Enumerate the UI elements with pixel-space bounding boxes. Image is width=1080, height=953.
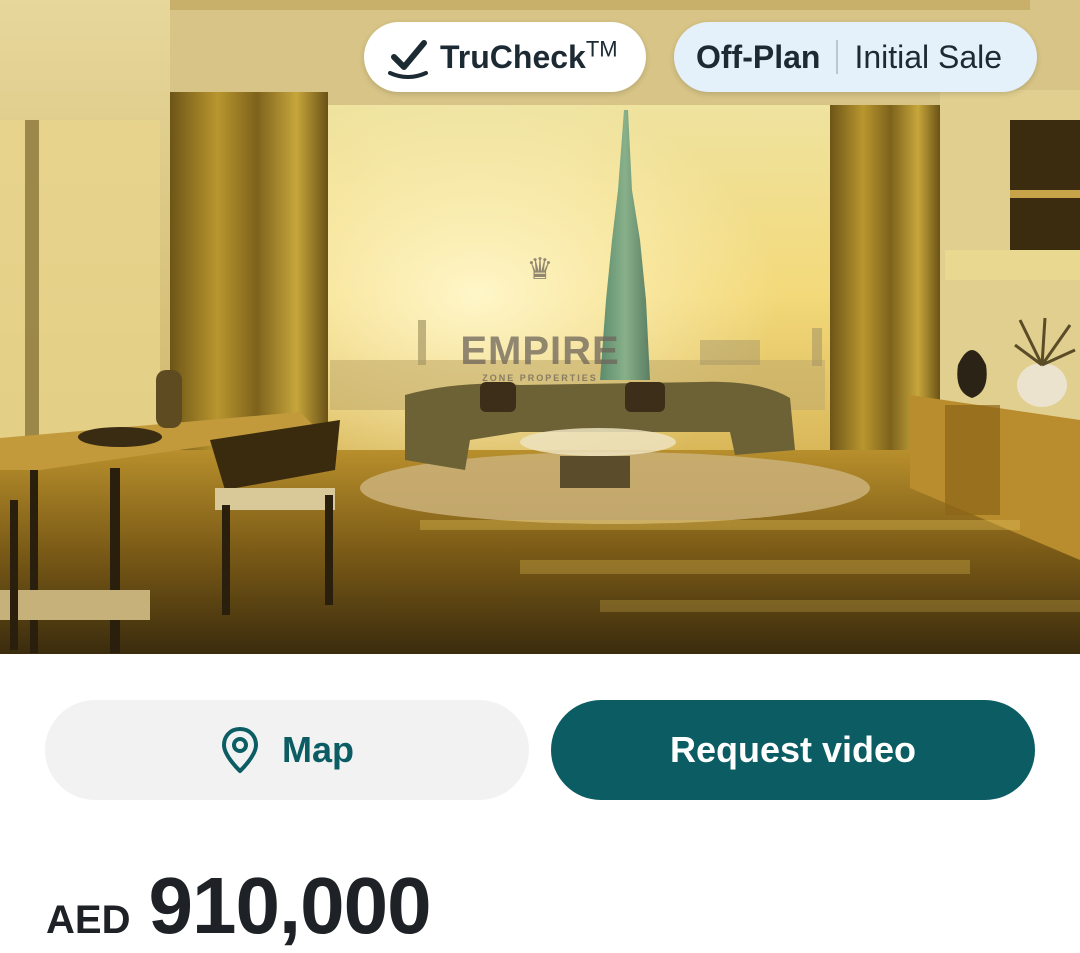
completion-status: Off-Plan	[696, 38, 821, 75]
map-button[interactable]: Map	[45, 700, 529, 800]
map-button-label: Map	[282, 729, 354, 770]
sale-status-badge: Off-Plan Initial Sale	[674, 22, 1037, 92]
trucheck-badge[interactable]: TruCheckTM	[364, 22, 646, 92]
price-currency: AED	[46, 898, 131, 942]
watermark-name: EMPIRE	[460, 329, 620, 373]
price-amount: 910,000	[148, 861, 431, 950]
property-photo[interactable]: ♛ EMPIRE ZONE PROPERTIES TruCheckTM Off-…	[0, 0, 1080, 654]
request-video-button[interactable]: Request video	[551, 700, 1035, 800]
status-divider	[836, 40, 839, 74]
property-listing-page: ♛ EMPIRE ZONE PROPERTIES TruCheckTM Off-…	[0, 0, 1080, 953]
request-video-label: Request video	[669, 729, 917, 770]
sale-type: Initial Sale	[854, 38, 1003, 75]
map-pin-icon	[222, 727, 258, 773]
watermark-logo: ♛ EMPIRE ZONE PROPERTIES	[440, 255, 640, 385]
watermark-tagline: ZONE PROPERTIES	[482, 373, 598, 383]
trademark-mark: TM	[585, 35, 618, 61]
trucheck-label: TruCheckTM	[440, 35, 618, 75]
listing-price: AED 910,000	[46, 860, 432, 952]
crown-icon: ♛	[526, 253, 554, 286]
check-icon	[388, 40, 428, 79]
